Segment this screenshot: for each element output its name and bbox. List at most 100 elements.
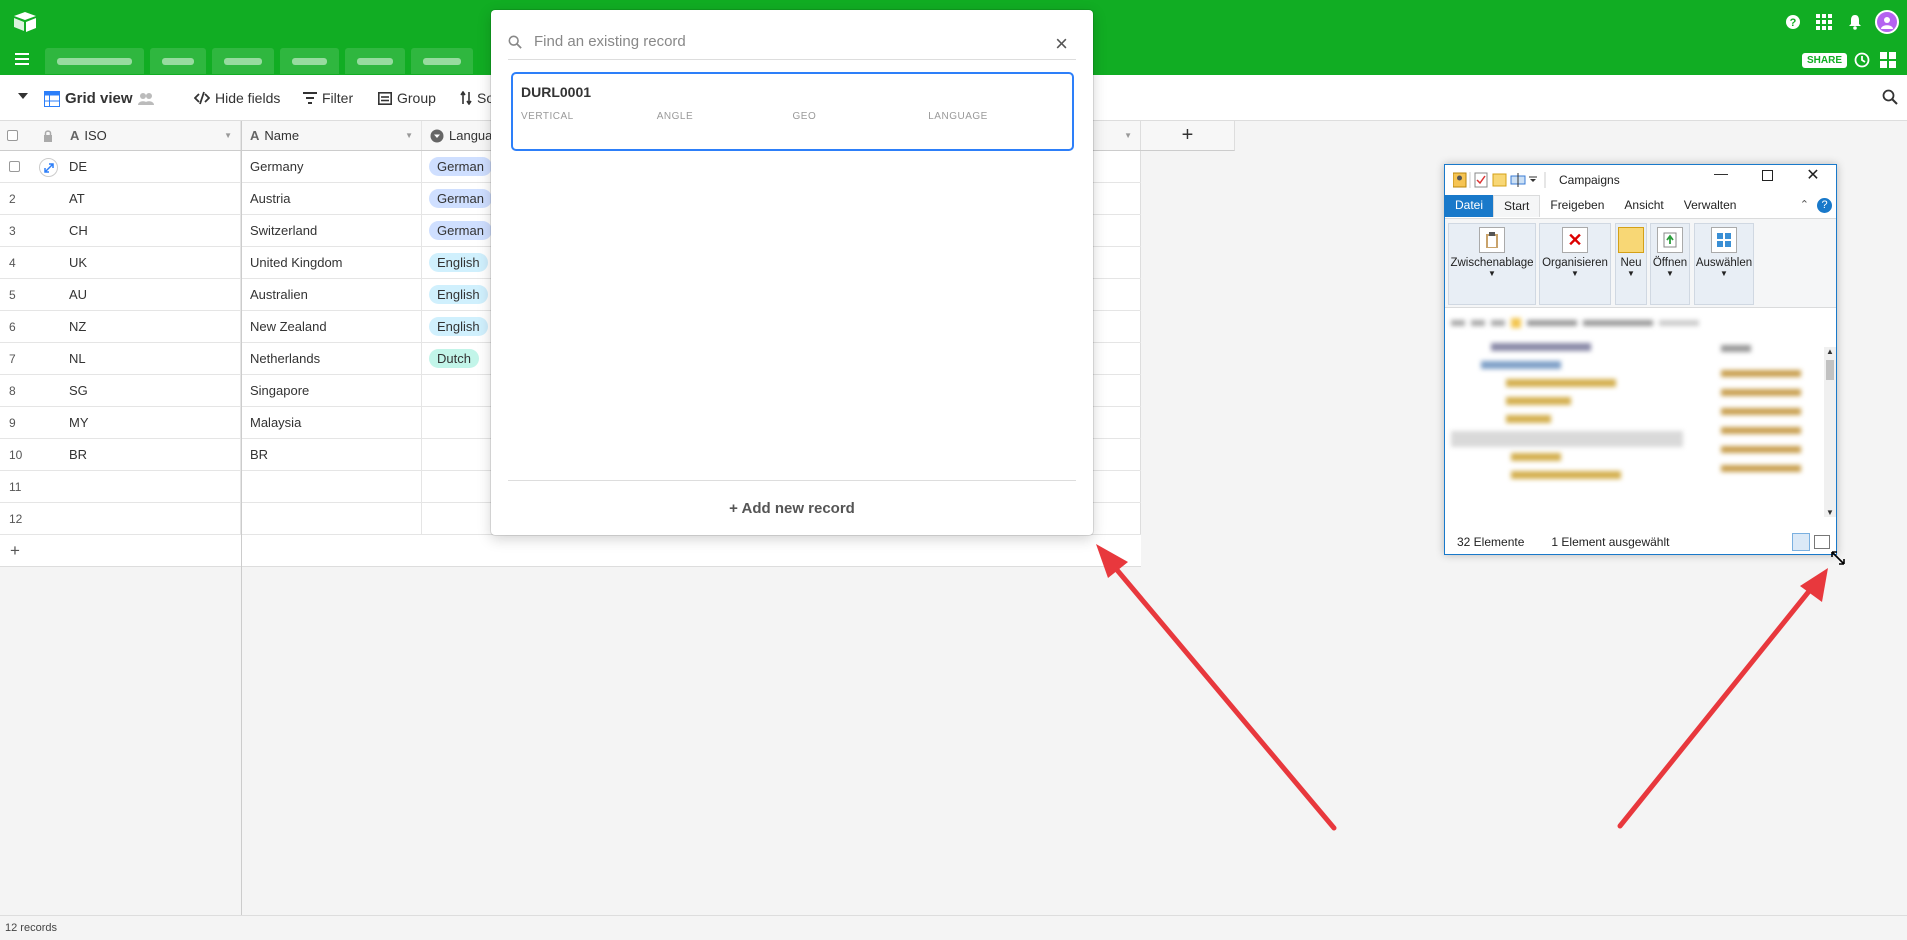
notifications-bell-icon[interactable] [1844,11,1866,33]
language-tag: German [429,157,492,176]
cell-iso[interactable]: MY [68,407,241,438]
row-number: 9 [9,415,16,430]
details-view-icon[interactable] [1792,533,1810,551]
apps-grid-icon[interactable] [1813,11,1835,33]
add-row-button[interactable]: + [0,535,1141,567]
table-tab[interactable] [411,48,473,74]
group-button[interactable]: Group [378,90,436,106]
help-icon[interactable]: ? [1817,198,1832,213]
hide-fields-button[interactable]: Hide fields [194,90,280,106]
address-bar-blurred[interactable] [1451,315,1831,331]
table-tab[interactable] [45,48,144,74]
cell-name[interactable]: Netherlands [242,343,422,374]
add-new-record-button[interactable]: + Add new record [508,480,1076,535]
cell-name[interactable] [242,471,422,502]
explorer-window-title: Campaigns [1559,173,1620,187]
column-header-iso[interactable]: A ISO ▼ [68,121,241,150]
navigation-pane-blurred[interactable] [1451,339,1689,523]
table-tab[interactable] [280,48,339,74]
row-number: 6 [9,319,16,334]
ribbon-group-new[interactable]: Neu ▼ [1615,223,1647,305]
cell-iso[interactable]: SG [68,375,241,406]
table-tab[interactable] [150,48,206,74]
filter-label: Filter [322,90,354,106]
new-folder-icon [1618,227,1644,253]
select-all-checkbox[interactable] [0,121,40,150]
cell-iso[interactable]: AT [68,183,241,214]
close-window-icon[interactable]: ✕ [1790,165,1836,185]
record-search-input[interactable] [534,33,1034,50]
cell-iso[interactable]: BR [68,439,241,470]
ribbon-group-organize[interactable]: ✕ Organisieren ▼ [1539,223,1611,305]
clipboard-icon [1479,227,1505,253]
collaborators-icon [137,92,154,105]
table-tab[interactable] [212,48,274,74]
cell-iso[interactable]: DE [68,151,241,182]
cell-name[interactable]: United Kingdom [242,247,422,278]
menu-hamburger-icon[interactable] [15,52,29,69]
filter-button[interactable]: Filter [303,90,353,106]
help-icon[interactable]: ? [1782,11,1804,33]
vertical-scrollbar[interactable]: ▲ ▼ [1824,347,1836,517]
cell-name[interactable]: BR [242,439,422,470]
history-icon[interactable] [1854,52,1870,72]
cell-iso[interactable] [68,471,241,502]
ribbon-group-clipboard-label: Zwischenablage [1450,257,1534,269]
view-switcher[interactable]: Grid view [44,90,154,107]
language-tag: Dutch [429,349,479,368]
frozen-column-divider [241,121,242,940]
ribbon-tab-datei[interactable]: Datei [1445,195,1494,217]
cell-name[interactable]: Austria [242,183,422,214]
language-tag: English [429,285,488,304]
cell-iso[interactable]: NZ [68,311,241,342]
cell-name[interactable]: Singapore [242,375,422,406]
cell-iso[interactable]: AU [68,279,241,310]
cell-name[interactable]: Australien [242,279,422,310]
airtable-logo-icon[interactable] [12,11,38,33]
cell-name[interactable]: Germany [242,151,422,182]
blocks-icon[interactable] [1880,52,1896,72]
file-list-blurred[interactable] [1721,345,1823,523]
table-tab[interactable] [345,48,405,74]
record-count: 12 records [5,922,57,934]
ribbon-tab-start[interactable]: Start [1493,195,1541,217]
cell-iso[interactable]: NL [68,343,241,374]
column-dropdown-icon[interactable]: ▼ [224,131,232,140]
share-button[interactable]: SHARE [1802,53,1848,68]
cell-iso[interactable]: CH [68,215,241,246]
row-checkbox[interactable] [9,151,20,182]
cell-iso[interactable] [68,503,241,534]
user-avatar[interactable] [1875,10,1899,34]
cell-iso[interactable]: UK [68,247,241,278]
column-dropdown-icon[interactable]: ▼ [1124,131,1132,140]
minimize-icon[interactable]: — [1698,165,1744,185]
add-column-button[interactable]: + [1141,121,1235,151]
select-all-icon [1711,227,1737,253]
ribbon-tab-freigeben[interactable]: Freigeben [1540,195,1614,217]
quick-access-toolbar-icons[interactable] [1453,171,1563,189]
record-card[interactable]: DURL0001 VERTICAL ANGLE GEO LANGUAGE [511,72,1074,151]
row-number: 10 [9,447,23,462]
text-field-icon: A [70,128,80,143]
sort-button[interactable]: So [460,90,494,106]
ribbon-group-clipboard[interactable]: Zwischenablage ▼ [1448,223,1536,305]
search-icon[interactable] [1882,89,1898,105]
collapse-ribbon-icon[interactable]: ⌃ [1800,198,1809,217]
column-header-name[interactable]: A Name ▼ [242,121,422,150]
ribbon-tab-ansicht[interactable]: Ansicht [1614,195,1673,217]
svg-text:?: ? [1790,17,1797,29]
cell-name[interactable] [242,503,422,534]
maximize-icon[interactable] [1744,165,1790,185]
large-icons-view-icon[interactable] [1814,535,1830,549]
table-tabs [45,48,473,74]
ribbon-tab-verwalten[interactable]: Verwalten [1674,195,1747,217]
expand-record-icon[interactable] [39,158,58,177]
cell-name[interactable]: Malaysia [242,407,422,438]
ribbon-group-open[interactable]: Öffnen ▼ [1650,223,1690,305]
view-collapse-chevron-icon[interactable] [17,92,29,100]
ribbon-group-select[interactable]: Auswählen ▼ [1694,223,1754,305]
close-dialog-icon[interactable]: × [1055,33,1068,55]
column-dropdown-icon[interactable]: ▼ [405,131,413,140]
cell-name[interactable]: Switzerland [242,215,422,246]
cell-name[interactable]: New Zealand [242,311,422,342]
